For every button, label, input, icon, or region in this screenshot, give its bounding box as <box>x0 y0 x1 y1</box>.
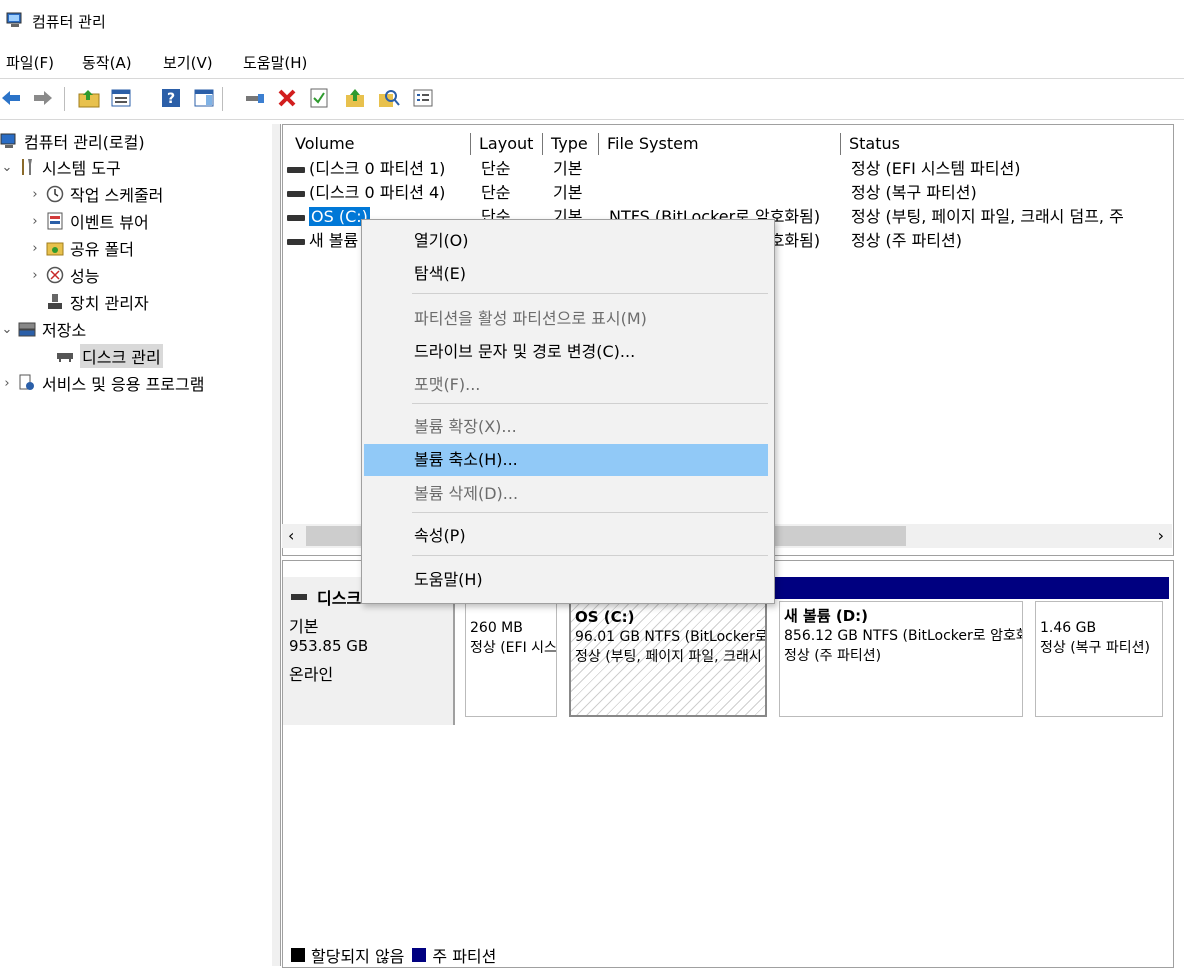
legend-unallocated-swatch <box>291 948 305 962</box>
column-type[interactable]: Type <box>543 133 599 155</box>
up-folder-icon[interactable] <box>78 87 100 109</box>
partition-new-volume-d[interactable]: 새 볼륨 (D:) 856.12 GB NTFS (BitLocker로 암호화… <box>773 577 1029 717</box>
device-manager-icon <box>46 293 64 311</box>
tools-icon <box>18 158 36 176</box>
toolbar: ? <box>0 79 1184 120</box>
services-icon <box>18 374 36 392</box>
tree-item-computer-management[interactable]: 컴퓨터 관리(로컬) <box>0 128 145 154</box>
computer-management-icon <box>6 12 22 27</box>
context-menu: 열기(O) 탐색(E) 파티션을 활성 파티션으로 표시(M) 드라이브 문자 … <box>361 219 775 604</box>
menu-item-properties[interactable]: 속성(P) <box>364 520 768 552</box>
menu-item-mark-active[interactable]: 파티션을 활성 파티션으로 표시(M) <box>364 303 768 335</box>
drive-icon <box>287 238 305 245</box>
drive-icon <box>291 594 307 600</box>
event-viewer-icon <box>46 212 64 230</box>
drive-icon <box>287 166 305 173</box>
chevron-down-icon[interactable]: ⌄ <box>0 160 14 175</box>
console-tree: 컴퓨터 관리(로컬) ⌄ 시스템 도구 › 작업 스케줄러 › 이벤트 뷰어 ›… <box>0 124 273 966</box>
tree-item-task-scheduler[interactable]: › 작업 스케줄러 <box>28 181 163 207</box>
drive-icon <box>287 190 305 197</box>
tree-item-disk-management[interactable]: 디스크 관리 <box>52 343 163 369</box>
console-tree-icon[interactable] <box>110 87 132 109</box>
menu-separator <box>412 555 768 556</box>
connect-icon[interactable] <box>244 87 266 109</box>
properties-icon[interactable] <box>412 87 434 109</box>
drive-icon <box>287 214 305 221</box>
menu-view[interactable]: 보기(V) <box>163 52 213 73</box>
chevron-right-icon[interactable]: › <box>28 241 42 256</box>
svg-text:?: ? <box>167 91 175 107</box>
pane-splitter[interactable] <box>272 124 281 966</box>
menu-item-delete-volume[interactable]: 볼륨 삭제(D)... <box>364 478 768 510</box>
menu-item-extend-volume[interactable]: 볼륨 확장(X)... <box>364 411 768 443</box>
menu-item-open[interactable]: 열기(O) <box>364 225 768 257</box>
menu-action[interactable]: 동작(A) <box>82 52 132 73</box>
shared-folder-icon <box>46 239 64 257</box>
chevron-down-icon[interactable]: ⌄ <box>0 322 14 337</box>
search-icon[interactable] <box>378 87 400 109</box>
partition-recovery[interactable]: 1.46 GB 정상 (복구 파티션) <box>1029 577 1169 717</box>
scroll-right-button[interactable]: › <box>1158 526 1164 545</box>
tree-item-performance[interactable]: › 성능 <box>28 262 99 288</box>
menu-item-format[interactable]: 포맷(F)... <box>364 369 768 401</box>
delete-icon[interactable] <box>276 87 298 109</box>
legend-primary: 주 파티션 <box>432 947 497 966</box>
menu-bar: 파일(F) 동작(A) 보기(V) 도움말(H) <box>0 44 1184 79</box>
toolbar-separator <box>64 87 65 111</box>
table-row[interactable]: (디스크 0 파티션 4) 단순 기본 정상 (복구 파티션) <box>287 181 1167 205</box>
check-icon[interactable] <box>308 87 330 109</box>
tree-item-device-manager[interactable]: 장치 관리자 <box>42 289 149 315</box>
chevron-right-icon[interactable]: › <box>0 376 14 391</box>
chevron-right-icon[interactable]: › <box>28 214 42 229</box>
scroll-left-button[interactable]: ‹ <box>288 526 294 545</box>
disk-icon <box>56 347 74 365</box>
clock-icon <box>46 185 64 203</box>
tree-item-shared-folders[interactable]: › 공유 폴더 <box>28 235 134 261</box>
legend-primary-swatch <box>412 948 427 962</box>
disk-state: 온라인 <box>289 665 334 684</box>
toolbar-separator <box>222 87 223 111</box>
tree-item-services-applications[interactable]: › 서비스 및 응용 프로그램 <box>0 370 204 396</box>
column-status[interactable]: Status <box>841 133 1173 155</box>
tree-item-event-viewer[interactable]: › 이벤트 뷰어 <box>28 208 149 234</box>
legend: 할당되지 않음 주 파티션 <box>291 943 496 967</box>
column-file-system[interactable]: File System <box>599 133 841 155</box>
help-icon[interactable]: ? <box>160 87 182 109</box>
show-action-pane-icon[interactable] <box>193 87 215 109</box>
performance-icon <box>46 266 64 284</box>
window-title: 컴퓨터 관리 <box>32 13 106 31</box>
menu-file[interactable]: 파일(F) <box>6 52 54 73</box>
chevron-right-icon[interactable]: › <box>28 268 42 283</box>
column-layout[interactable]: Layout <box>471 133 543 155</box>
disk-type: 기본 <box>289 617 319 636</box>
disk-size: 953.85 GB <box>289 637 369 655</box>
menu-separator <box>412 293 768 294</box>
menu-help[interactable]: 도움말(H) <box>243 52 307 73</box>
menu-item-change-drive-letter[interactable]: 드라이브 문자 및 경로 변경(C)... <box>364 336 768 368</box>
menu-item-explore[interactable]: 탐색(E) <box>364 258 768 290</box>
computer-icon <box>0 132 18 150</box>
chevron-right-icon[interactable]: › <box>28 187 42 202</box>
table-row[interactable]: (디스크 0 파티션 1) 단순 기본 정상 (EFI 시스템 파티션) <box>287 157 1167 181</box>
title-bar: 컴퓨터 관리 <box>0 0 1184 44</box>
forward-arrow-icon[interactable] <box>32 87 54 109</box>
disk-graphical-view: 디스크 0 기본 953.85 GB 온라인 260 MB 정상 (EFI 시스… <box>282 560 1174 968</box>
menu-separator <box>412 403 768 404</box>
tree-item-storage[interactable]: ⌄ 저장소 <box>0 316 87 342</box>
export-icon[interactable] <box>344 87 366 109</box>
tree-item-system-tools[interactable]: ⌄ 시스템 도구 <box>0 154 121 180</box>
menu-separator <box>412 512 768 513</box>
back-arrow-icon[interactable] <box>0 87 22 109</box>
column-volume[interactable]: Volume <box>287 133 471 155</box>
menu-item-shrink-volume[interactable]: 볼륨 축소(H)... <box>364 444 768 476</box>
storage-icon <box>18 320 36 338</box>
legend-unallocated: 할당되지 않음 <box>311 947 405 966</box>
menu-item-help[interactable]: 도움말(H) <box>364 564 768 596</box>
